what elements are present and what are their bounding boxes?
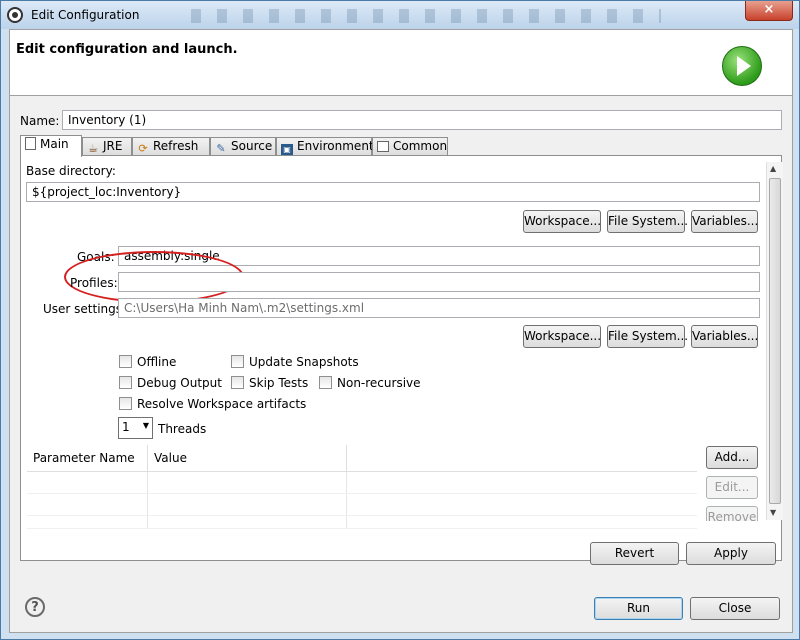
- column-filler: [346, 445, 697, 472]
- run-launch-icon: [722, 46, 762, 86]
- settings-filesystem-button[interactable]: File System...: [607, 325, 688, 348]
- edit-parameter-button[interactable]: Edit...: [706, 476, 758, 499]
- window-title: Edit Configuration: [31, 8, 140, 22]
- column-value[interactable]: Value: [147, 445, 347, 472]
- table-row[interactable]: [27, 493, 697, 516]
- column-parameter-name[interactable]: Parameter Name: [27, 445, 148, 472]
- tab-source[interactable]: ✎ Source: [210, 137, 276, 156]
- base-workspace-button[interactable]: Workspace...: [523, 210, 601, 233]
- profiles-input[interactable]: [118, 272, 760, 292]
- main-tab-icon: [25, 137, 36, 150]
- table-row[interactable]: [27, 515, 697, 529]
- table-header-row: Parameter Name Value: [27, 445, 697, 472]
- checkbox-box: [119, 397, 132, 410]
- settings-variables-button[interactable]: Variables...: [691, 325, 758, 348]
- title-bar: Edit Configuration ×: [1, 1, 799, 29]
- banner-title: Edit configuration and launch.: [16, 42, 238, 57]
- threads-select[interactable]: 1 ▼: [118, 417, 153, 439]
- common-icon: [377, 141, 389, 152]
- scrollbar-thumb[interactable]: [769, 178, 781, 504]
- non-recursive-checkbox[interactable]: Non-recursive: [319, 376, 421, 390]
- name-input[interactable]: Inventory (1): [62, 110, 782, 130]
- checkbox-box: [319, 376, 332, 389]
- parameters-table[interactable]: Parameter Name Value: [27, 445, 697, 529]
- remove-parameter-button[interactable]: Remove: [706, 506, 758, 521]
- help-icon[interactable]: ?: [25, 597, 45, 617]
- window-close-button[interactable]: ×: [745, 1, 793, 21]
- tab-refresh[interactable]: ⟳ Refresh: [132, 137, 210, 156]
- offline-checkbox[interactable]: Offline: [119, 355, 176, 369]
- debug-output-checkbox[interactable]: Debug Output: [119, 376, 222, 390]
- checkbox-box: [231, 355, 244, 368]
- settings-workspace-button[interactable]: Workspace...: [523, 325, 601, 348]
- base-directory-label: Base directory:: [26, 164, 116, 178]
- checkbox-box: [119, 355, 132, 368]
- run-button[interactable]: Run: [594, 597, 683, 620]
- dialog-banner: Edit configuration and launch.: [10, 30, 792, 96]
- blurred-background-toolbar: [191, 9, 661, 23]
- threads-label: Threads: [158, 422, 207, 436]
- tab-jre[interactable]: ☕ JRE: [82, 137, 132, 156]
- close-button[interactable]: Close: [690, 597, 780, 620]
- checkbox-box: [119, 376, 132, 389]
- scroll-down-arrow-icon[interactable]: ▼: [770, 508, 776, 517]
- table-row[interactable]: [27, 471, 697, 494]
- eclipse-app-icon: [7, 7, 23, 23]
- resolve-workspace-checkbox[interactable]: Resolve Workspace artifacts: [119, 397, 306, 411]
- apply-button[interactable]: Apply: [686, 542, 776, 565]
- tab-main[interactable]: Main: [20, 135, 82, 157]
- edit-configuration-window: Edit Configuration × Edit configuration …: [0, 0, 800, 640]
- vertical-scrollbar[interactable]: ▲ ▼: [766, 162, 783, 520]
- refresh-icon: ⟳: [138, 142, 148, 155]
- name-label: Name:: [20, 114, 60, 128]
- user-settings-label: User settings:: [43, 302, 127, 316]
- dialog-client-area: Edit configuration and launch. Name: Inv…: [9, 29, 793, 633]
- chevron-down-icon: ▼: [142, 421, 149, 430]
- profiles-label: Profiles:: [70, 276, 118, 290]
- source-icon: ✎: [216, 142, 226, 155]
- update-snapshots-checkbox[interactable]: Update Snapshots: [231, 355, 359, 369]
- jre-icon: ☕: [88, 142, 98, 155]
- base-filesystem-button[interactable]: File System...: [607, 210, 688, 233]
- tab-environment[interactable]: ▣ Environment: [276, 137, 374, 156]
- user-settings-input[interactable]: C:\Users\Ha Minh Nam\.m2\settings.xml: [118, 298, 760, 318]
- tab-bar: Main ☕ JRE ⟳ Refresh ✎ Source ▣ Environment …: [20, 135, 780, 157]
- add-parameter-button[interactable]: Add...: [706, 446, 758, 469]
- base-directory-input[interactable]: ${project_loc:Inventory}: [26, 182, 760, 202]
- skip-tests-checkbox[interactable]: Skip Tests: [231, 376, 308, 390]
- base-variables-button[interactable]: Variables...: [691, 210, 758, 233]
- scroll-up-arrow-icon[interactable]: ▲: [770, 164, 776, 173]
- revert-button[interactable]: Revert: [590, 542, 679, 565]
- checkbox-box: [231, 376, 244, 389]
- tab-common[interactable]: Common: [372, 137, 448, 156]
